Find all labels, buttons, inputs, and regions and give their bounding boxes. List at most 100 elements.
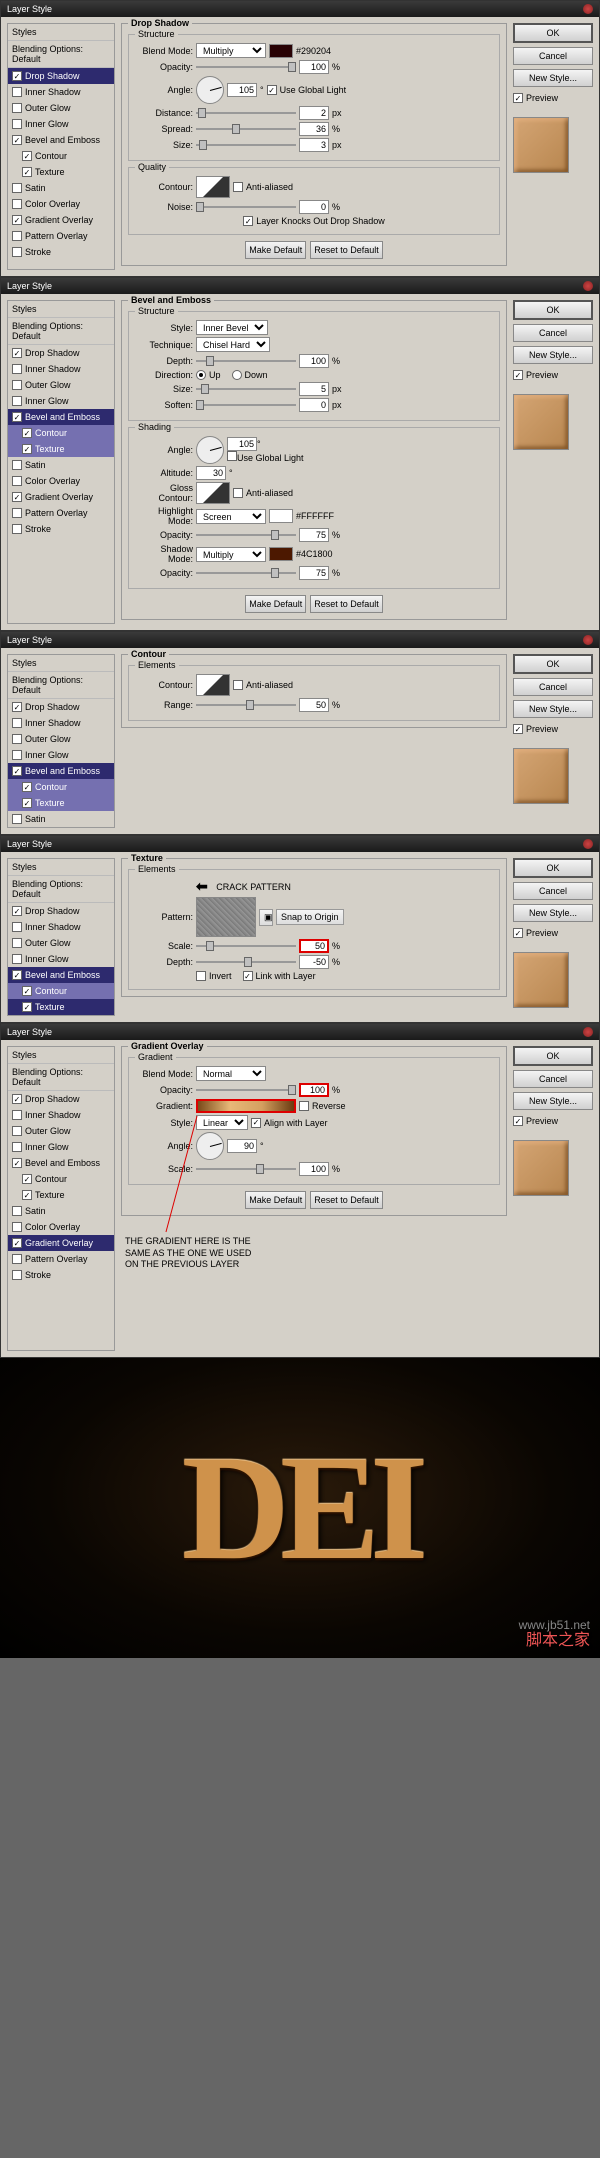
angle-dial[interactable] bbox=[196, 436, 224, 464]
range-slider[interactable] bbox=[196, 699, 296, 711]
sidebar-item-satin[interactable]: Satin bbox=[8, 180, 114, 196]
sidebar-item-inner-shadow[interactable]: Inner Shadow bbox=[8, 361, 114, 377]
shadow-mode-select[interactable]: Multiply bbox=[196, 547, 266, 562]
sidebar-item-texture[interactable]: ✓Texture bbox=[8, 999, 114, 1015]
make-default-button[interactable]: Make Default bbox=[245, 1191, 306, 1209]
make-default-button[interactable]: Make Default bbox=[245, 595, 306, 613]
close-icon[interactable] bbox=[583, 4, 593, 14]
technique-select[interactable]: Chisel Hard bbox=[196, 337, 270, 352]
highlight-color-swatch[interactable] bbox=[269, 509, 293, 523]
spread-input[interactable] bbox=[299, 122, 329, 136]
sidebar-item-outer-glow[interactable]: Outer Glow bbox=[8, 100, 114, 116]
depth-input[interactable] bbox=[299, 354, 329, 368]
global-light-check[interactable]: ✓ bbox=[267, 85, 277, 95]
depth-slider[interactable] bbox=[196, 956, 296, 968]
reset-default-button[interactable]: Reset to Default bbox=[310, 595, 383, 613]
sidebar-item-pattern-overlay[interactable]: Pattern Overlay bbox=[8, 228, 114, 244]
new-style-button[interactable]: New Style... bbox=[513, 904, 593, 922]
preview-check[interactable]: ✓ bbox=[513, 93, 523, 103]
opacity-slider[interactable] bbox=[196, 61, 296, 73]
ok-button[interactable]: OK bbox=[513, 1046, 593, 1066]
cancel-button[interactable]: Cancel bbox=[513, 882, 593, 900]
ok-button[interactable]: OK bbox=[513, 858, 593, 878]
shadow-opacity-input[interactable] bbox=[299, 566, 329, 580]
range-input[interactable] bbox=[299, 698, 329, 712]
scale-slider[interactable] bbox=[196, 940, 296, 952]
size-input[interactable] bbox=[299, 382, 329, 396]
sidebar-item-inner-glow[interactable]: Inner Glow bbox=[8, 393, 114, 409]
depth-slider[interactable] bbox=[196, 355, 296, 367]
dir-up-radio[interactable] bbox=[196, 370, 206, 380]
close-icon[interactable] bbox=[583, 281, 593, 291]
contour-picker[interactable] bbox=[196, 176, 230, 198]
sidebar-item-color-overlay[interactable]: Color Overlay bbox=[8, 473, 114, 489]
gradient-style-select[interactable]: Linear bbox=[196, 1115, 248, 1130]
noise-slider[interactable] bbox=[196, 201, 296, 213]
sidebar-item-bevel[interactable]: ✓Bevel and Emboss bbox=[8, 967, 114, 983]
color-swatch[interactable] bbox=[269, 44, 293, 58]
shadow-opacity-slider[interactable] bbox=[196, 567, 296, 579]
gloss-contour-picker[interactable] bbox=[196, 482, 230, 504]
gradient-picker[interactable] bbox=[196, 1099, 296, 1113]
sidebar-item-texture[interactable]: ✓Texture bbox=[8, 164, 114, 180]
angle-input[interactable] bbox=[227, 437, 257, 451]
cancel-button[interactable]: Cancel bbox=[513, 324, 593, 342]
sidebar-item-contour[interactable]: ✓Contour bbox=[8, 148, 114, 164]
size-slider[interactable] bbox=[196, 139, 296, 151]
sidebar-item-texture[interactable]: ✓Texture bbox=[8, 441, 114, 457]
shadow-color-swatch[interactable] bbox=[269, 547, 293, 561]
new-pattern-icon[interactable]: ▣ bbox=[259, 909, 273, 926]
contour-picker[interactable] bbox=[196, 674, 230, 696]
soften-slider[interactable] bbox=[196, 399, 296, 411]
sidebar-item-color-overlay[interactable]: Color Overlay bbox=[8, 196, 114, 212]
sidebar-item-texture[interactable]: ✓Texture bbox=[8, 795, 114, 811]
angle-input[interactable] bbox=[227, 1139, 257, 1153]
highlight-mode-select[interactable]: Screen bbox=[196, 509, 266, 524]
ok-button[interactable]: OK bbox=[513, 300, 593, 320]
reset-default-button[interactable]: Reset to Default bbox=[310, 241, 383, 259]
close-icon[interactable] bbox=[583, 839, 593, 849]
new-style-button[interactable]: New Style... bbox=[513, 346, 593, 364]
blending-options[interactable]: Blending Options: Default bbox=[8, 41, 114, 68]
new-style-button[interactable]: New Style... bbox=[513, 69, 593, 87]
knockout-check[interactable]: ✓ bbox=[243, 216, 253, 226]
opacity-input[interactable] bbox=[299, 1083, 329, 1097]
aa-check[interactable] bbox=[233, 488, 243, 498]
sidebar-item-contour[interactable]: ✓Contour bbox=[8, 983, 114, 999]
distance-input[interactable] bbox=[299, 106, 329, 120]
sidebar-item-bevel[interactable]: ✓Bevel and Emboss bbox=[8, 132, 114, 148]
size-slider[interactable] bbox=[196, 383, 296, 395]
scale-input[interactable] bbox=[299, 939, 329, 953]
global-light-check[interactable] bbox=[227, 451, 237, 461]
altitude-input[interactable] bbox=[196, 466, 226, 480]
link-layer-check[interactable]: ✓ bbox=[243, 971, 253, 981]
ok-button[interactable]: OK bbox=[513, 654, 593, 674]
angle-dial[interactable] bbox=[196, 1132, 224, 1160]
sidebar-item-bevel[interactable]: ✓Bevel and Emboss bbox=[8, 763, 114, 779]
sidebar-item-gradient-overlay[interactable]: ✓Gradient Overlay bbox=[8, 489, 114, 505]
size-input[interactable] bbox=[299, 138, 329, 152]
opacity-slider[interactable] bbox=[196, 1084, 296, 1096]
scale-input[interactable] bbox=[299, 1162, 329, 1176]
angle-input[interactable] bbox=[227, 83, 257, 97]
reverse-check[interactable] bbox=[299, 1101, 309, 1111]
new-style-button[interactable]: New Style... bbox=[513, 700, 593, 718]
align-check[interactable]: ✓ bbox=[251, 1118, 261, 1128]
scale-slider[interactable] bbox=[196, 1163, 296, 1175]
close-icon[interactable] bbox=[583, 635, 593, 645]
style-select[interactable]: Inner Bevel bbox=[196, 320, 268, 335]
cancel-button[interactable]: Cancel bbox=[513, 47, 593, 65]
highlight-opacity-slider[interactable] bbox=[196, 529, 296, 541]
snap-origin-button[interactable]: Snap to Origin bbox=[276, 909, 344, 925]
blend-mode-select[interactable]: Normal bbox=[196, 1066, 266, 1081]
sidebar-item-satin[interactable]: Satin bbox=[8, 457, 114, 473]
sidebar-header[interactable]: Styles bbox=[8, 24, 114, 41]
invert-check[interactable] bbox=[196, 971, 206, 981]
sidebar-item-inner-shadow[interactable]: Inner Shadow bbox=[8, 84, 114, 100]
spread-slider[interactable] bbox=[196, 123, 296, 135]
reset-default-button[interactable]: Reset to Default bbox=[310, 1191, 383, 1209]
new-style-button[interactable]: New Style... bbox=[513, 1092, 593, 1110]
sidebar-item-inner-glow[interactable]: Inner Glow bbox=[8, 116, 114, 132]
sidebar-item-bevel[interactable]: ✓Bevel and Emboss bbox=[8, 409, 114, 425]
dir-down-radio[interactable] bbox=[232, 370, 242, 380]
